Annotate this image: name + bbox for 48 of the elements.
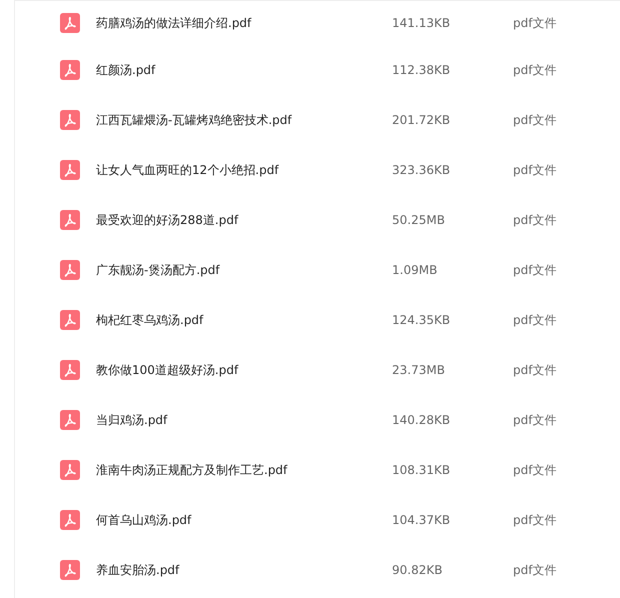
file-name[interactable]: 当归鸡汤.pdf: [96, 412, 392, 428]
file-type: pdf文件: [513, 512, 556, 528]
file-type: pdf文件: [513, 412, 556, 428]
file-type: pdf文件: [513, 112, 556, 128]
file-type: pdf文件: [513, 62, 556, 78]
pdf-file-icon: [60, 410, 80, 430]
file-size: 112.38KB: [392, 63, 452, 77]
file-type: pdf文件: [513, 562, 556, 578]
file-size: 23.73MB: [392, 363, 446, 377]
pdf-file-icon: [60, 210, 80, 230]
pdf-file-icon: [60, 360, 80, 380]
pdf-file-icon: [60, 510, 80, 530]
file-size: 104.37KB: [392, 513, 452, 527]
file-size: 108.31KB: [392, 463, 452, 477]
file-name[interactable]: 何首乌山鸡汤.pdf: [96, 512, 392, 528]
file-name[interactable]: 让女人气血两旺的12个小绝招.pdf: [96, 162, 392, 178]
file-name[interactable]: 淮南牛肉汤正规配方及制作工艺.pdf: [96, 462, 392, 478]
file-type: pdf文件: [513, 262, 556, 278]
file-type: pdf文件: [513, 462, 556, 478]
pdf-file-icon: [60, 60, 80, 80]
file-size: 201.72KB: [392, 113, 452, 127]
pdf-file-icon: [60, 460, 80, 480]
file-type: pdf文件: [513, 362, 556, 378]
file-name[interactable]: 红颜汤.pdf: [96, 62, 392, 78]
file-size: 50.25MB: [392, 213, 446, 227]
file-size: 141.13KB: [392, 16, 452, 30]
file-name[interactable]: 药膳鸡汤的做法详细介绍.pdf: [96, 14, 392, 32]
pdf-file-icon: [60, 560, 80, 580]
pdf-file-icon: [60, 310, 80, 330]
file-size: 140.28KB: [392, 413, 452, 427]
pdf-file-icon: [60, 160, 80, 180]
file-size: 90.82KB: [392, 563, 444, 577]
file-name[interactable]: 江西瓦罐煨汤-瓦罐烤鸡绝密技术.pdf: [96, 112, 392, 128]
file-name[interactable]: 养血安胎汤.pdf: [96, 562, 392, 578]
pdf-file-icon: [60, 110, 80, 130]
file-type: pdf文件: [513, 162, 556, 178]
file-name[interactable]: 广东靓汤-煲汤配方.pdf: [96, 262, 392, 278]
file-type: pdf文件: [513, 212, 556, 228]
file-name[interactable]: 教你做100道超级好汤.pdf: [96, 362, 392, 378]
file-size: 1.09MB: [392, 263, 438, 277]
file-type: pdf文件: [513, 312, 556, 328]
file-name[interactable]: 枸杞红枣乌鸡汤.pdf: [96, 312, 392, 328]
pdf-file-icon: [60, 260, 80, 280]
pdf-file-icon: [60, 13, 80, 33]
file-name[interactable]: 最受欢迎的好汤288道.pdf: [96, 212, 392, 228]
file-type: pdf文件: [513, 14, 556, 32]
file-size: 124.35KB: [392, 313, 452, 327]
file-size: 323.36KB: [392, 163, 452, 177]
